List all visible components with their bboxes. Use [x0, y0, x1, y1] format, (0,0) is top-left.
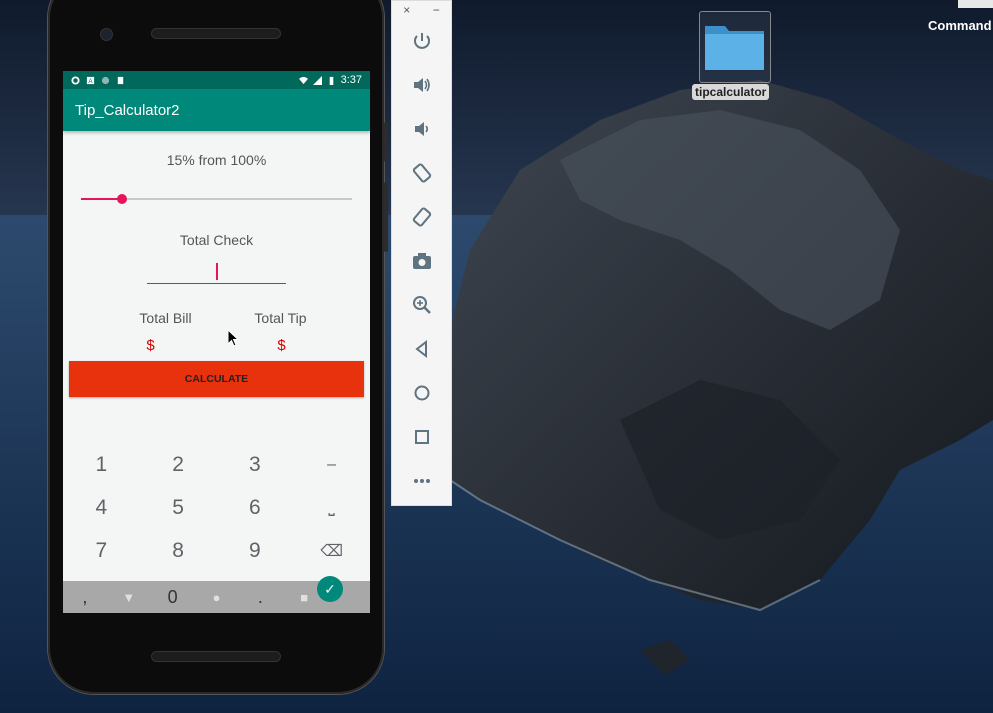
- keypad-row-2: 4 5 6 ⎵: [63, 486, 370, 529]
- total-tip-label: Total Tip: [254, 310, 307, 326]
- nav-back-icon[interactable]: ▼: [107, 590, 151, 605]
- nav-home-icon[interactable]: ●: [195, 590, 239, 605]
- calculate-button[interactable]: CALCULATE: [69, 361, 364, 397]
- power-button[interactable]: [406, 25, 438, 57]
- key-comma[interactable]: ,: [63, 587, 107, 608]
- screenshot-button[interactable]: [406, 245, 438, 277]
- key-2[interactable]: 2: [140, 453, 217, 477]
- overview-button[interactable]: [406, 421, 438, 453]
- check-icon: ✓: [324, 580, 336, 597]
- app-content: 15% from 100% Total Check Total Bill Tot…: [63, 131, 370, 613]
- keyboard-done-button[interactable]: ✓: [317, 576, 343, 602]
- app-title: Tip_Calculator2: [75, 101, 180, 119]
- total-tip-value: $: [277, 337, 286, 354]
- text-caret: [216, 263, 218, 280]
- key-7[interactable]: 7: [63, 539, 140, 563]
- key-space[interactable]: ⎵: [293, 499, 370, 517]
- status-bar: A 3:37: [63, 71, 370, 89]
- volume-up-button[interactable]: [406, 69, 438, 101]
- more-icon: [414, 479, 430, 483]
- volume-side-button: [384, 182, 388, 252]
- status-time: 3:37: [340, 74, 362, 86]
- key-minus[interactable]: –: [293, 456, 370, 474]
- home-button[interactable]: [406, 377, 438, 409]
- tipcalculator-folder[interactable]: [699, 11, 771, 83]
- sd-card-icon: [117, 76, 124, 84]
- total-check-input[interactable]: [147, 255, 286, 284]
- notification-a-icon: A: [86, 76, 95, 85]
- more-button[interactable]: [406, 465, 438, 497]
- key-5[interactable]: 5: [140, 496, 217, 520]
- earpiece-speaker: [151, 28, 281, 39]
- settings-icon: [71, 75, 80, 85]
- tip-seekbar[interactable]: [81, 194, 352, 204]
- key-backspace[interactable]: ⌫: [293, 541, 370, 561]
- emulator-toolbar: × −: [391, 0, 452, 506]
- signal-icon: [312, 75, 322, 85]
- power-side-button: [384, 122, 388, 162]
- back-icon: [415, 339, 427, 359]
- camera-icon: [413, 253, 431, 269]
- front-camera: [100, 28, 113, 41]
- keypad-row-1: 1 2 3 –: [63, 443, 370, 486]
- volume-up-icon: [414, 78, 430, 92]
- command-label: Command: [928, 18, 992, 33]
- power-icon: [414, 33, 430, 49]
- key-9[interactable]: 9: [217, 539, 294, 563]
- home-icon: [414, 385, 430, 401]
- folder-label[interactable]: tipcalculator: [692, 84, 770, 100]
- keypad-row-3: 7 8 9 ⌫: [63, 529, 370, 572]
- back-button[interactable]: [406, 333, 438, 365]
- key-4[interactable]: 4: [63, 496, 140, 520]
- toolbar-close-icon[interactable]: ×: [403, 3, 410, 17]
- phone-screen: A 3:37 Tip_Calculator2 15% from 100% Tot…: [63, 71, 370, 613]
- rotate-left-icon: [412, 163, 432, 183]
- total-bill-label: Total Bill: [139, 310, 192, 326]
- zoom-button[interactable]: [406, 289, 438, 321]
- rotate-left-button[interactable]: [406, 157, 438, 189]
- numeric-keypad: 1 2 3 – 4 5 6 ⎵ 7 8 9 ⌫: [63, 443, 370, 572]
- bottom-speaker: [151, 651, 281, 662]
- sync-icon: [101, 76, 110, 84]
- seekbar-thumb[interactable]: [116, 194, 127, 204]
- rotate-right-icon: [412, 207, 432, 227]
- wifi-icon: [298, 76, 308, 84]
- screenshot-corner-snippet: [958, 0, 993, 8]
- rotate-right-button[interactable]: [406, 201, 438, 233]
- volume-down-icon: [415, 122, 429, 136]
- key-6[interactable]: 6: [217, 496, 294, 520]
- toolbar-minimize-icon[interactable]: −: [433, 3, 440, 17]
- tip-percent-label: 15% from 100%: [166, 152, 267, 168]
- key-0[interactable]: 0: [151, 587, 195, 608]
- key-1[interactable]: 1: [63, 453, 140, 477]
- seekbar-fill: [81, 198, 122, 200]
- app-bar: Tip_Calculator2: [63, 89, 370, 131]
- key-8[interactable]: 8: [140, 539, 217, 563]
- key-period[interactable]: .: [238, 587, 282, 608]
- volume-down-button[interactable]: [406, 113, 438, 145]
- key-3[interactable]: 3: [217, 453, 294, 477]
- zoom-icon: [413, 296, 431, 314]
- mouse-pointer-icon: [227, 329, 239, 347]
- battery-icon: [329, 76, 333, 85]
- overview-icon: [415, 430, 429, 444]
- total-bill-value: $: [146, 337, 155, 354]
- total-check-label: Total Check: [179, 232, 254, 248]
- folder-icon: [705, 26, 764, 70]
